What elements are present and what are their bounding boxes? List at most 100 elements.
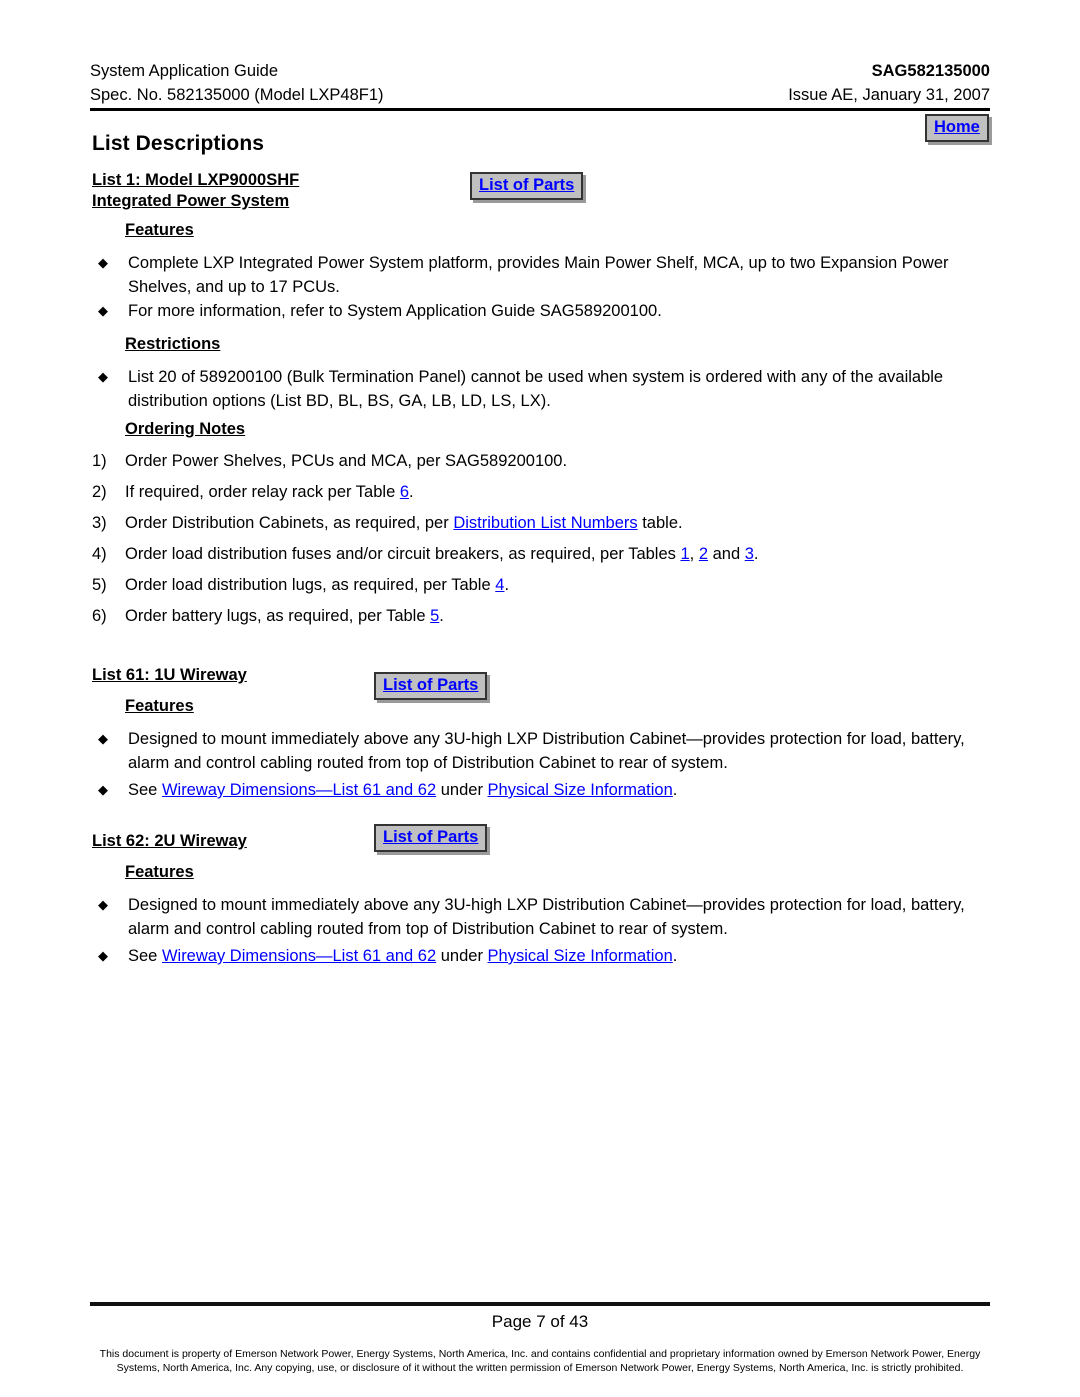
list1-heading-line2: Integrated Power System	[92, 192, 290, 210]
list62-list-of-parts-label: List of Parts	[383, 828, 479, 846]
list61-feature-bullet-1: ◆ Designed to mount immediately above an…	[98, 727, 978, 775]
ordering-note-6-number: 6)	[92, 607, 107, 625]
list1-list-of-parts-label: List of Parts	[479, 176, 575, 194]
list62-heading: List 62: 2U Wireway	[92, 832, 247, 850]
header-guide-title: System Application Guide	[90, 62, 279, 80]
page-header: System Application Guide SAG582135000 Sp…	[90, 60, 990, 106]
ordering-note-6-text: Order battery lugs, as required, per Tab…	[125, 604, 972, 628]
physical-size-information-link[interactable]: Physical Size Information	[488, 781, 673, 799]
list1-feature-text-2: For more information, refer to System Ap…	[128, 302, 662, 320]
list61-list-of-parts-button[interactable]: List of Parts	[374, 672, 488, 700]
header-divider	[90, 108, 990, 111]
ordering-note-1-pre: Order Power Shelves, PCUs and MCA, per S…	[125, 452, 568, 470]
list1-feature-bullet-2: ◆ For more information, refer to System …	[98, 299, 968, 323]
list62-feature-text-1: Designed to mount immediately above any …	[128, 896, 965, 938]
ordering-note-3-number: 3)	[92, 514, 107, 532]
list1-restriction-bullet-1: ◆ List 20 of 589200100 (Bulk Termination…	[98, 365, 968, 413]
list62-features-label: Features	[125, 863, 194, 881]
distribution-list-numbers-link[interactable]: Distribution List Numbers	[453, 514, 637, 532]
document-page: System Application Guide SAG582135000 Sp…	[0, 0, 1080, 1397]
ordering-note-5: 5) Order load distribution lugs, as requ…	[92, 573, 972, 597]
list61-feature2-mid: under	[436, 781, 488, 799]
list61-heading: List 61: 1U Wireway	[92, 666, 247, 684]
ordering-note-1-number: 1)	[92, 452, 107, 470]
ordering-note-3-post: table.	[637, 514, 683, 532]
ordering-note-6: 6) Order battery lugs, as required, per …	[92, 604, 972, 628]
table-6-link[interactable]: 6	[400, 483, 409, 501]
ordering-note-4: 4) Order load distribution fuses and/or …	[92, 542, 972, 566]
page-number: Page 7 of 43	[491, 1312, 589, 1331]
table-5-link[interactable]: 5	[430, 607, 439, 625]
diamond-bullet-icon: ◆	[98, 731, 108, 746]
ordering-note-3-text: Order Distribution Cabinets, as required…	[125, 511, 972, 535]
list62-feature2-pre: See	[128, 947, 162, 965]
table-1-link[interactable]: 1	[680, 545, 689, 563]
wireway-dimensions-link[interactable]: Wireway Dimensions—List 61 and 62	[162, 781, 436, 799]
list1-restriction-text-1: List 20 of 589200100 (Bulk Termination P…	[128, 368, 944, 410]
ordering-note-4-pre: Order load distribution fuses and/or cir…	[125, 545, 681, 563]
list62-feature-bullet-1: ◆ Designed to mount immediately above an…	[98, 893, 978, 941]
list1-feature-text-1: Complete LXP Integrated Power System pla…	[128, 254, 949, 296]
table-3-link[interactable]: 3	[745, 545, 754, 563]
ordering-note-2-pre: If required, order relay rack per Table	[125, 483, 400, 501]
ordering-note-5-text: Order load distribution lugs, as require…	[125, 573, 972, 597]
ordering-note-6-post: .	[439, 607, 444, 625]
header-doc-number: SAG582135000	[871, 62, 990, 80]
ordering-note-2-post: .	[409, 483, 414, 501]
footer-divider	[90, 1302, 990, 1306]
list61-feature-text-1: Designed to mount immediately above any …	[128, 730, 965, 772]
legal-notice: This document is property of Emerson Net…	[70, 1347, 1010, 1375]
diamond-bullet-icon: ◆	[98, 255, 108, 270]
home-button[interactable]: Home	[925, 114, 989, 142]
diamond-bullet-icon: ◆	[98, 369, 108, 384]
diamond-bullet-icon: ◆	[98, 303, 108, 318]
list61-list-of-parts-label: List of Parts	[383, 676, 479, 694]
list1-list-of-parts-button[interactable]: List of Parts	[470, 172, 584, 200]
list62-list-of-parts-button[interactable]: List of Parts	[374, 824, 488, 852]
home-button-label: Home	[934, 118, 980, 136]
legal-notice-line1: This document is property of Emerson Net…	[99, 1348, 981, 1360]
list61-feature-text-2: See Wireway Dimensions—List 61 and 62 un…	[128, 778, 978, 802]
ordering-note-4-text: Order load distribution fuses and/or cir…	[125, 542, 972, 566]
list1-heading: List 1: Model LXP9000SHF Integrated Powe…	[92, 170, 299, 212]
ordering-note-5-pre: Order load distribution lugs, as require…	[125, 576, 496, 594]
list62-feature-text-2: See Wireway Dimensions—List 61 and 62 un…	[128, 944, 978, 968]
ordering-note-4-number: 4)	[92, 545, 107, 563]
ordering-note-3: 3) Order Distribution Cabinets, as requi…	[92, 511, 972, 535]
legal-notice-line2: Systems, North America, Inc. Any copying…	[116, 1362, 964, 1374]
ordering-note-5-number: 5)	[92, 576, 107, 594]
header-row-1: System Application Guide SAG582135000	[90, 60, 990, 82]
list1-features-label: Features	[125, 221, 194, 239]
ordering-note-1: 1) Order Power Shelves, PCUs and MCA, pe…	[92, 449, 972, 473]
ordering-note-2-number: 2)	[92, 483, 107, 501]
list62-feature2-mid: under	[436, 947, 488, 965]
header-issue-date: Issue AE, January 31, 2007	[788, 86, 990, 104]
table-2-link[interactable]: 2	[699, 545, 708, 563]
ordering-note-2: 2) If required, order relay rack per Tab…	[92, 480, 972, 504]
ordering-note-4-mid2: and	[708, 545, 745, 563]
diamond-bullet-icon: ◆	[98, 897, 108, 912]
header-row-2: Spec. No. 582135000 (Model LXP48F1) Issu…	[90, 84, 990, 106]
ordering-note-6-pre: Order battery lugs, as required, per Tab…	[125, 607, 431, 625]
ordering-note-3-pre: Order Distribution Cabinets, as required…	[125, 514, 454, 532]
list61-feature2-pre: See	[128, 781, 162, 799]
list61-features-label: Features	[125, 697, 194, 715]
list61-feature-bullet-2: ◆ See Wireway Dimensions—List 61 and 62 …	[98, 778, 978, 802]
list1-feature-bullet-1: ◆ Complete LXP Integrated Power System p…	[98, 251, 968, 299]
ordering-note-4-mid1: ,	[689, 545, 699, 563]
ordering-note-1-text: Order Power Shelves, PCUs and MCA, per S…	[125, 449, 972, 473]
list1-ordering-notes-label: Ordering Notes	[125, 420, 246, 438]
list1-heading-line1: List 1: Model LXP9000SHF	[92, 171, 300, 189]
page-title: List Descriptions	[92, 132, 265, 155]
diamond-bullet-icon: ◆	[98, 948, 108, 963]
list62-feature2-post: .	[672, 947, 678, 965]
wireway-dimensions-link[interactable]: Wireway Dimensions—List 61 and 62	[162, 947, 436, 965]
list61-feature2-post: .	[672, 781, 678, 799]
physical-size-information-link[interactable]: Physical Size Information	[488, 947, 673, 965]
ordering-note-4-post: .	[753, 545, 759, 563]
list62-feature-bullet-2: ◆ See Wireway Dimensions—List 61 and 62 …	[98, 944, 978, 968]
header-spec-number: Spec. No. 582135000 (Model LXP48F1)	[90, 86, 384, 104]
diamond-bullet-icon: ◆	[98, 782, 108, 797]
ordering-note-5-post: .	[504, 576, 510, 594]
ordering-note-2-text: If required, order relay rack per Table …	[125, 480, 972, 504]
